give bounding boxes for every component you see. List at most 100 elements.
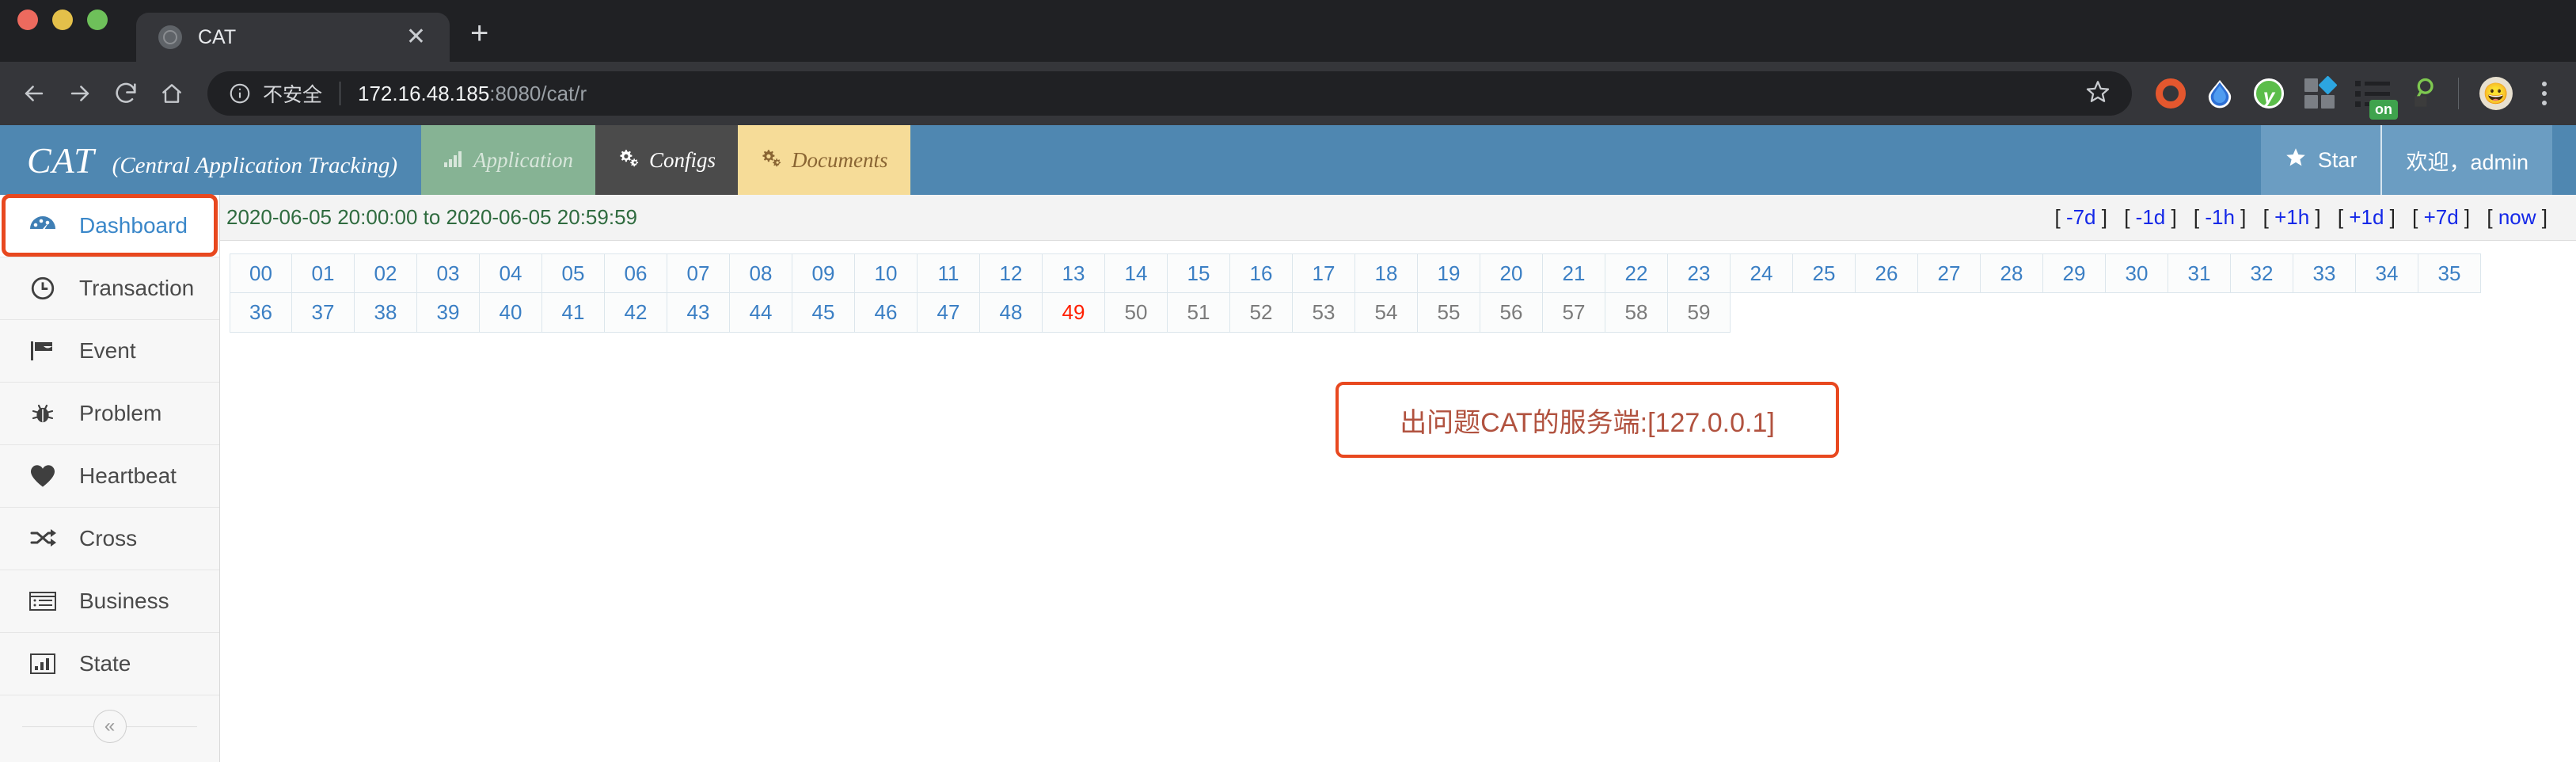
minute-cell-34[interactable]: 34: [2356, 253, 2418, 293]
minute-cell-30[interactable]: 30: [2106, 253, 2168, 293]
list-extension-icon[interactable]: on: [2355, 78, 2398, 120]
address-bar[interactable]: 不安全 172.16.48.185:8080/cat/r: [207, 71, 2132, 116]
sidebar-item-cross[interactable]: Cross: [0, 508, 219, 570]
minute-cell-33[interactable]: 33: [2293, 253, 2356, 293]
brand-subtitle: (Central Application Tracking): [112, 152, 397, 178]
minute-cell-42[interactable]: 42: [605, 293, 667, 333]
gears-icon: [760, 147, 782, 173]
nav-application[interactable]: Application: [421, 125, 595, 195]
minute-cell-37[interactable]: 37: [292, 293, 355, 333]
minute-cell-02[interactable]: 02: [355, 253, 417, 293]
nav-configs[interactable]: Configs: [595, 125, 739, 195]
time-shift-plus1d[interactable]: [ +1d ]: [2338, 205, 2396, 229]
minute-cell-45[interactable]: 45: [792, 293, 855, 333]
sidebar-item-problem[interactable]: Problem: [0, 383, 219, 445]
star-button[interactable]: Star: [2260, 125, 2381, 195]
minute-cell-07[interactable]: 07: [667, 253, 730, 293]
minute-cell-15[interactable]: 15: [1168, 253, 1230, 293]
sidebar-item-state[interactable]: State: [0, 633, 219, 695]
reload-icon[interactable]: [103, 70, 149, 116]
sidebar-item-heartbeat[interactable]: Heartbeat: [0, 445, 219, 508]
minute-grid: 00 01 02 03 04 05 06 07 08 09 10 11 12 13 14 15 16 17 18 19…: [220, 241, 2576, 333]
minute-cell-06[interactable]: 06: [605, 253, 667, 293]
kebab-menu-icon[interactable]: [2533, 82, 2555, 105]
plus-icon[interactable]: +: [470, 17, 488, 62]
minute-cell-47[interactable]: 47: [918, 293, 980, 333]
minute-cell-36[interactable]: 36: [230, 293, 292, 333]
sidebar-item-event[interactable]: Event: [0, 320, 219, 383]
welcome-user[interactable]: 欢迎，admin: [2382, 125, 2552, 195]
minute-cell-03[interactable]: 03: [417, 253, 480, 293]
minute-cell-49[interactable]: 49: [1043, 293, 1105, 333]
minute-cell-24[interactable]: 24: [1731, 253, 1793, 293]
minute-cell-23[interactable]: 23: [1668, 253, 1731, 293]
forward-arrow-icon[interactable]: [57, 70, 103, 116]
minute-cell-18[interactable]: 18: [1355, 253, 1418, 293]
magnifier-extension-icon[interactable]: [2411, 78, 2437, 109]
minute-cell-48[interactable]: 48: [980, 293, 1043, 333]
minute-cell-38[interactable]: 38: [355, 293, 417, 333]
minute-cell-32[interactable]: 32: [2231, 253, 2293, 293]
browser-tab[interactable]: CAT ✕: [136, 13, 450, 62]
minute-cell-13[interactable]: 13: [1043, 253, 1105, 293]
time-shift-label: +7d: [2423, 205, 2459, 229]
time-shift-now[interactable]: [ now ]: [2487, 205, 2548, 229]
minute-cell-28[interactable]: 28: [1981, 253, 2043, 293]
minute-cell-10[interactable]: 10: [855, 253, 918, 293]
minute-cell-21[interactable]: 21: [1543, 253, 1605, 293]
minute-cell-26[interactable]: 26: [1856, 253, 1918, 293]
minute-cell-12[interactable]: 12: [980, 253, 1043, 293]
minute-cell-41[interactable]: 41: [542, 293, 605, 333]
minute-cell-20[interactable]: 20: [1480, 253, 1543, 293]
minute-cell-00[interactable]: 00: [230, 253, 292, 293]
minute-cell-25[interactable]: 25: [1793, 253, 1856, 293]
minute-cell-17[interactable]: 17: [1293, 253, 1355, 293]
time-shift-minus1h[interactable]: [ -1h ]: [2194, 205, 2246, 229]
yandex-extension-icon[interactable]: y: [2254, 78, 2284, 109]
minute-cell-35[interactable]: 35: [2418, 253, 2481, 293]
droplet-extension-icon[interactable]: [2206, 78, 2233, 109]
minute-cell-43[interactable]: 43: [667, 293, 730, 333]
minute-cell-44[interactable]: 44: [730, 293, 792, 333]
home-icon[interactable]: [149, 70, 195, 116]
minute-cell-05[interactable]: 05: [542, 253, 605, 293]
minute-cell-16[interactable]: 16: [1230, 253, 1293, 293]
avatar-emoji-icon[interactable]: 😀: [2479, 77, 2513, 110]
minute-cell-22[interactable]: 22: [1605, 253, 1668, 293]
minute-cell-09[interactable]: 09: [792, 253, 855, 293]
minute-cell-19[interactable]: 19: [1418, 253, 1480, 293]
minute-cell-40[interactable]: 40: [480, 293, 542, 333]
sidebar-collapse-button[interactable]: «: [0, 695, 219, 757]
minute-cell-08[interactable]: 08: [730, 253, 792, 293]
minute-row: 36 37 38 39 40 41 42 43 44 45 46 47 48 49 50 51 52 53 54 55…: [230, 293, 2576, 333]
sidebar-item-transaction[interactable]: Transaction: [0, 257, 219, 320]
nav-documents[interactable]: Documents: [738, 125, 910, 195]
minute-cell-11[interactable]: 11: [918, 253, 980, 293]
app-header-right: Star 欢迎，admin: [2260, 125, 2576, 195]
nav-application-label: Application: [473, 147, 573, 172]
close-window-button[interactable]: [17, 10, 38, 30]
time-shift-minus1d[interactable]: [ -1d ]: [2124, 205, 2176, 229]
star-outline-icon[interactable]: [2069, 78, 2111, 109]
minimize-window-button[interactable]: [52, 10, 73, 30]
minute-cell-39[interactable]: 39: [417, 293, 480, 333]
opera-extension-icon[interactable]: [2156, 78, 2186, 109]
app-brand[interactable]: CAT (Central Application Tracking): [0, 139, 397, 181]
minute-cell-04[interactable]: 04: [480, 253, 542, 293]
time-shift-plus7d[interactable]: [ +7d ]: [2412, 205, 2470, 229]
time-shift-minus7d[interactable]: [ -7d ]: [2054, 205, 2107, 229]
minute-cell-29[interactable]: 29: [2043, 253, 2106, 293]
time-shift-plus1h[interactable]: [ +1h ]: [2263, 205, 2321, 229]
close-icon[interactable]: ✕: [400, 22, 432, 52]
sidebar-item-dashboard[interactable]: Dashboard: [0, 194, 219, 257]
minute-cell-31[interactable]: 31: [2168, 253, 2231, 293]
grid-extension-icon[interactable]: [2304, 75, 2338, 109]
info-circle-icon[interactable]: [228, 82, 252, 105]
sidebar-item-business[interactable]: Business: [0, 570, 219, 633]
maximize-window-button[interactable]: [87, 10, 108, 30]
back-arrow-icon[interactable]: [11, 70, 57, 116]
minute-cell-27[interactable]: 27: [1918, 253, 1981, 293]
minute-cell-46[interactable]: 46: [855, 293, 918, 333]
minute-cell-14[interactable]: 14: [1105, 253, 1168, 293]
minute-cell-01[interactable]: 01: [292, 253, 355, 293]
